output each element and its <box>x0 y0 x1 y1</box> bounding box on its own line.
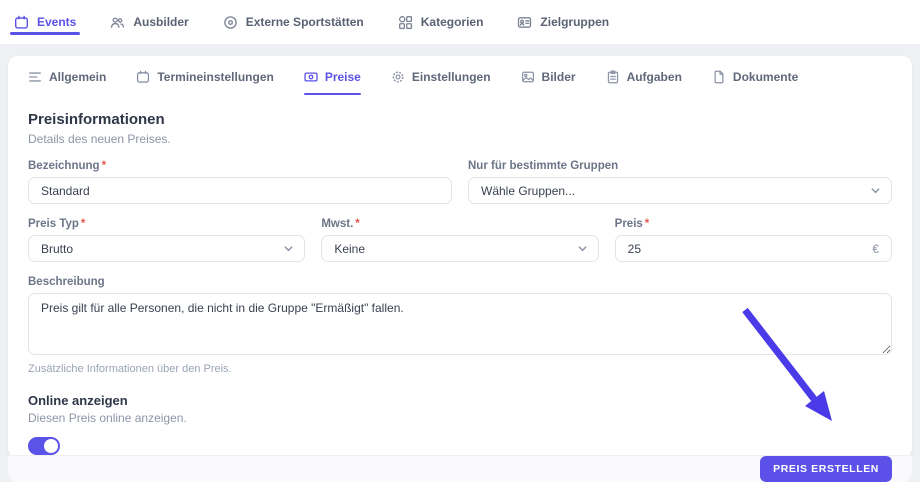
detail-tabs: Allgemein Termineinstellungen Preise <box>8 56 912 95</box>
location-icon <box>223 15 238 30</box>
gear-icon <box>391 70 405 84</box>
tab-label: Preise <box>325 70 361 84</box>
field-gruppen: Nur für bestimmte Gruppen Wähle Gruppen.… <box>468 160 892 204</box>
preis-typ-select[interactable]: Brutto <box>28 235 305 262</box>
beschreibung-label: Beschreibung <box>28 276 892 288</box>
gruppen-label: Nur für bestimmte Gruppen <box>468 160 892 172</box>
toggle-knob <box>44 439 58 453</box>
chevron-down-icon <box>577 243 588 254</box>
beschreibung-helper: Zusätzliche Informationen über den Preis… <box>28 363 892 375</box>
tab-label: Bilder <box>542 70 576 84</box>
required-asterisk: * <box>645 218 649 230</box>
topnav-item-externe-sportstaetten[interactable]: Externe Sportstätten <box>223 0 364 44</box>
topnav-label: Kategorien <box>421 15 484 29</box>
field-preis: Preis* € <box>615 218 892 262</box>
users-icon <box>110 15 125 30</box>
topnav-label: Zielgruppen <box>540 15 609 29</box>
preis-input-wrap: € <box>615 235 892 262</box>
beschreibung-textarea[interactable]: Preis gilt für alle Personen, die nicht … <box>28 293 892 355</box>
tab-bilder[interactable]: Bilder <box>521 70 576 95</box>
tab-label: Termineinstellungen <box>157 70 273 84</box>
bezeichnung-label: Bezeichnung* <box>28 160 452 172</box>
tab-dokumente[interactable]: Dokumente <box>712 70 798 95</box>
image-icon <box>521 70 535 84</box>
label-text: Preis <box>615 218 643 230</box>
list-icon <box>28 70 42 84</box>
tab-label: Allgemein <box>49 70 106 84</box>
mwst-label: Mwst.* <box>321 218 598 230</box>
bezeichnung-input[interactable] <box>28 177 452 204</box>
chevron-down-icon <box>283 243 294 254</box>
field-bezeichnung: Bezeichnung* <box>28 160 452 204</box>
required-asterisk: * <box>102 160 106 172</box>
online-anzeigen-title: Online anzeigen <box>28 393 892 408</box>
tab-termineinstellungen[interactable]: Termineinstellungen <box>136 70 273 95</box>
tab-label: Dokumente <box>733 70 798 84</box>
required-asterisk: * <box>81 218 85 230</box>
topnav-label: Ausbilder <box>133 15 188 29</box>
field-preis-typ: Preis Typ* Brutto <box>28 218 305 262</box>
card-footer: PREIS ERSTELLEN <box>8 455 912 482</box>
currency-suffix: € <box>872 242 879 256</box>
document-icon <box>712 70 726 84</box>
preis-typ-label: Preis Typ* <box>28 218 305 230</box>
categories-icon <box>398 15 413 30</box>
label-text: Bezeichnung <box>28 160 100 172</box>
field-mwst: Mwst.* Keine <box>321 218 598 262</box>
calendar-icon <box>14 15 29 30</box>
page-subtitle: Details des neuen Preises. <box>28 132 892 146</box>
id-card-icon <box>517 15 532 30</box>
online-anzeigen-toggle[interactable] <box>28 437 60 455</box>
preis-input[interactable] <box>628 242 873 256</box>
topnav-label: Events <box>37 15 76 29</box>
tab-preise[interactable]: Preise <box>304 70 361 95</box>
page-title: Preisinformationen <box>28 111 892 128</box>
tab-label: Aufgaben <box>627 70 682 84</box>
price-form: Preisinformationen Details des neuen Pre… <box>8 95 912 455</box>
tab-aufgaben[interactable]: Aufgaben <box>606 70 682 95</box>
topnav-item-kategorien[interactable]: Kategorien <box>398 0 484 44</box>
banknote-icon <box>304 70 318 84</box>
required-asterisk: * <box>355 218 359 230</box>
label-text: Preis Typ <box>28 218 79 230</box>
tab-allgemein[interactable]: Allgemein <box>28 70 106 95</box>
chevron-down-icon <box>870 185 881 196</box>
preis-typ-select-value: Brutto <box>41 242 73 256</box>
preis-label: Preis* <box>615 218 892 230</box>
topnav-item-events[interactable]: Events <box>14 0 76 44</box>
online-anzeigen-subtitle: Diesen Preis online anzeigen. <box>28 411 892 425</box>
online-anzeigen-block: Online anzeigen Diesen Preis online anze… <box>28 393 892 455</box>
gruppen-select[interactable]: Wähle Gruppen... <box>468 177 892 204</box>
preis-erstellen-button[interactable]: PREIS ERSTELLEN <box>760 456 892 482</box>
gruppen-select-value: Wähle Gruppen... <box>481 184 575 198</box>
tab-einstellungen[interactable]: Einstellungen <box>391 70 491 95</box>
mwst-select-value: Keine <box>334 242 365 256</box>
field-beschreibung: Beschreibung Preis gilt für alle Persone… <box>28 276 892 375</box>
mwst-select[interactable]: Keine <box>321 235 598 262</box>
topnav-item-zielgruppen[interactable]: Zielgruppen <box>517 0 609 44</box>
event-detail-card: Allgemein Termineinstellungen Preise <box>8 56 912 458</box>
tab-label: Einstellungen <box>412 70 491 84</box>
clipboard-icon <box>606 70 620 84</box>
topnav-item-ausbilder[interactable]: Ausbilder <box>110 0 188 44</box>
calendar-icon <box>136 70 150 84</box>
top-navigation: Events Ausbilder Externe Sportstätten <box>0 0 920 44</box>
label-text: Mwst. <box>321 218 353 230</box>
topnav-label: Externe Sportstätten <box>246 15 364 29</box>
